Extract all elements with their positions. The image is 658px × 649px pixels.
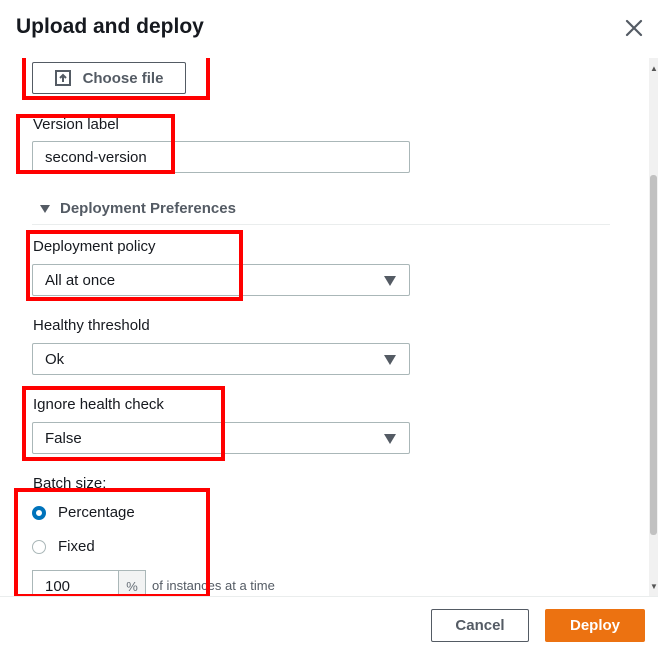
version-input-value: second-version bbox=[45, 148, 147, 166]
deployment-policy-select[interactable]: All at once bbox=[32, 264, 410, 296]
dialog-title: Upload and deploy bbox=[16, 15, 204, 38]
scroll-up-icon[interactable]: ▲ bbox=[650, 64, 658, 73]
scroll-down-icon[interactable]: ▼ bbox=[650, 582, 658, 591]
deployment-policy-value: All at once bbox=[45, 271, 116, 289]
batch-size-value: 100 bbox=[45, 577, 71, 595]
ignore-health-check-select[interactable]: False bbox=[32, 422, 410, 454]
caret-down-icon bbox=[384, 276, 396, 286]
choose-file-button[interactable]: Choose file bbox=[32, 62, 186, 94]
batch-percentage-radio[interactable]: Percentage bbox=[32, 504, 135, 521]
batch-percentage-label: Percentage bbox=[58, 504, 135, 521]
section-divider bbox=[32, 224, 610, 225]
healthy-threshold-value: Ok bbox=[45, 350, 65, 368]
batch-fixed-label: Fixed bbox=[58, 538, 95, 555]
scrollbar-thumb[interactable] bbox=[650, 175, 657, 535]
caret-down-icon bbox=[384, 434, 396, 444]
cancel-button[interactable]: Cancel bbox=[431, 609, 529, 642]
choose-file-label: Choose file bbox=[82, 69, 164, 87]
upload-icon bbox=[54, 70, 71, 86]
deployment-policy-label: Deployment policy bbox=[33, 238, 156, 255]
healthy-threshold-select[interactable]: Ok bbox=[32, 343, 410, 375]
percent-unit: % bbox=[118, 570, 146, 596]
dialog-header: Upload and deploy bbox=[0, 0, 658, 58]
dialog-body: Choose file Version label second-version… bbox=[0, 58, 658, 596]
deploy-button[interactable]: Deploy bbox=[545, 609, 645, 642]
ignore-health-check-value: False bbox=[45, 429, 82, 447]
healthy-threshold-label: Healthy threshold bbox=[33, 317, 150, 334]
batch-fixed-radio[interactable]: Fixed bbox=[32, 538, 95, 555]
radio-selected-icon bbox=[32, 505, 46, 520]
version-input[interactable]: second-version bbox=[32, 141, 410, 173]
deployment-preferences-label: Deployment Preferences bbox=[60, 200, 236, 217]
batch-size-label: Batch size: bbox=[33, 475, 107, 492]
dialog-footer: Cancel Deploy bbox=[0, 596, 658, 649]
caret-down-icon bbox=[384, 355, 396, 365]
expand-triangle-icon bbox=[40, 204, 50, 213]
radio-unselected-icon bbox=[32, 539, 46, 554]
deployment-preferences-toggle[interactable]: Deployment Preferences bbox=[40, 200, 236, 217]
batch-size-input[interactable]: 100 bbox=[32, 570, 118, 596]
ignore-health-check-label: Ignore health check bbox=[33, 396, 164, 413]
version-label: Version label bbox=[33, 116, 119, 133]
batch-size-suffix: of instances at a time bbox=[152, 578, 275, 593]
close-icon[interactable] bbox=[622, 16, 646, 40]
